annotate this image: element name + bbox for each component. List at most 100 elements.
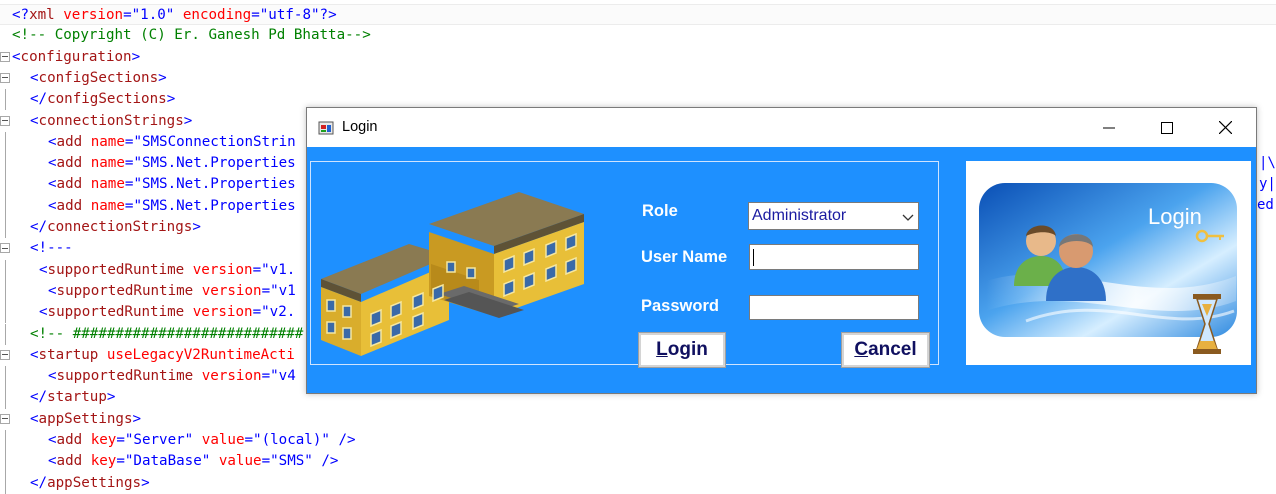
username-input[interactable] bbox=[749, 244, 919, 270]
login-banner-image: Login bbox=[966, 161, 1251, 365]
code-token: </ bbox=[30, 389, 48, 406]
code-token: = bbox=[116, 453, 125, 470]
code-line[interactable]: <add key="DataBase" value="SMS" /> bbox=[0, 451, 1276, 473]
minimize-button[interactable] bbox=[1080, 108, 1138, 147]
maximize-button[interactable] bbox=[1138, 108, 1196, 147]
code-token: ?> bbox=[319, 7, 337, 23]
fold-toggle-icon[interactable] bbox=[0, 413, 10, 424]
code-token: < bbox=[30, 112, 39, 129]
code-token: appSettings bbox=[47, 474, 142, 491]
code-token: "SMS" bbox=[270, 453, 313, 470]
app-icon bbox=[318, 121, 334, 135]
code-token: key bbox=[82, 432, 117, 448]
fold-guide bbox=[5, 472, 6, 494]
code-text: <add name="SMS.Net.Properties bbox=[48, 153, 296, 174]
code-token: add bbox=[56, 432, 83, 448]
password-input[interactable] bbox=[749, 295, 919, 320]
title-bar[interactable]: Login bbox=[307, 108, 1256, 147]
login-button-label: ogin bbox=[667, 339, 708, 360]
code-token: add bbox=[56, 155, 83, 172]
code-token: name bbox=[82, 133, 125, 150]
fold-guide bbox=[5, 217, 6, 239]
cancel-button[interactable]: Cancel bbox=[841, 332, 930, 368]
window-title: Login bbox=[342, 119, 378, 135]
fold-guide bbox=[5, 323, 6, 345]
code-token: = bbox=[261, 282, 271, 299]
code-token: < bbox=[48, 197, 57, 214]
code-token: name bbox=[82, 176, 125, 193]
code-line[interactable]: <!-- Copyright (C) Er. Ganesh Pd Bhatta-… bbox=[0, 25, 1276, 46]
code-token: "SMS.Net.Properties bbox=[133, 176, 296, 193]
code-token: <!-- Copyright (C) Er. Ganesh Pd Bhatta-… bbox=[12, 27, 371, 44]
code-line[interactable]: <appSettings> bbox=[0, 409, 1276, 430]
code-token: /> bbox=[329, 432, 356, 448]
code-token: < bbox=[39, 304, 48, 321]
code-text: </appSettings> bbox=[30, 473, 150, 494]
role-selected-value: Administrator bbox=[752, 207, 847, 224]
code-fragment: ed bbox=[1257, 197, 1274, 213]
code-token: < bbox=[48, 368, 57, 385]
close-button[interactable] bbox=[1196, 108, 1254, 147]
code-token: supportedRuntime bbox=[56, 368, 194, 385]
code-token: = bbox=[261, 368, 271, 385]
fold-guide bbox=[5, 131, 6, 154]
code-token: version bbox=[184, 304, 253, 321]
fold-guide bbox=[5, 387, 6, 409]
code-text: <appSettings> bbox=[30, 409, 141, 430]
minimize-icon bbox=[1103, 127, 1115, 128]
code-token: > bbox=[183, 112, 193, 129]
code-token: encoding bbox=[174, 7, 252, 23]
code-token: <? bbox=[12, 7, 30, 23]
code-token: < bbox=[30, 410, 39, 427]
building-icon bbox=[321, 192, 584, 356]
fold-toggle-icon[interactable] bbox=[0, 115, 10, 126]
code-line[interactable]: <configSections> bbox=[0, 68, 1276, 89]
code-token: value bbox=[193, 432, 245, 448]
code-token: </ bbox=[30, 219, 48, 235]
code-token: name bbox=[82, 155, 125, 172]
code-token: startup bbox=[38, 346, 99, 363]
code-line[interactable]: </appSettings> bbox=[0, 472, 1276, 494]
login-button[interactable]: Login bbox=[638, 332, 726, 368]
fold-guide bbox=[5, 174, 6, 196]
code-token: < bbox=[30, 346, 39, 363]
code-text: <!--- bbox=[30, 238, 73, 259]
code-token: xml bbox=[29, 7, 55, 23]
code-token: "1.0" bbox=[131, 7, 175, 23]
code-token: = bbox=[252, 304, 262, 321]
code-text: </configSections> bbox=[30, 89, 175, 110]
username-label: User Name bbox=[641, 248, 728, 266]
fold-toggle-icon[interactable] bbox=[0, 51, 10, 62]
cancel-button-label: ancel bbox=[868, 339, 917, 360]
fold-toggle-icon[interactable] bbox=[0, 72, 10, 83]
code-token: = bbox=[252, 261, 262, 278]
code-line[interactable]: <add key="Server" value="(local)" /> bbox=[0, 430, 1276, 452]
code-token: configuration bbox=[20, 48, 132, 65]
code-text: <add key="Server" value="(local)" /> bbox=[48, 430, 356, 451]
code-token: > bbox=[166, 91, 176, 108]
code-token: > bbox=[158, 69, 167, 86]
code-token: > bbox=[141, 474, 150, 491]
code-token: connectionStrings bbox=[38, 112, 184, 129]
code-token: "SMS.Net.Properties bbox=[133, 155, 296, 172]
code-line[interactable]: <configuration> bbox=[0, 47, 1276, 68]
chevron-down-icon[interactable] bbox=[902, 212, 914, 222]
code-token: > bbox=[106, 389, 116, 406]
fold-guide bbox=[5, 280, 6, 303]
maximize-icon bbox=[1161, 121, 1173, 134]
code-token: > bbox=[132, 410, 142, 427]
code-token: key bbox=[82, 453, 117, 470]
code-token: = bbox=[116, 432, 125, 448]
code-token: version bbox=[193, 368, 262, 385]
code-token: add bbox=[56, 133, 83, 150]
code-text: <add name="SMS.Net.Properties bbox=[48, 174, 296, 195]
fold-toggle-icon[interactable] bbox=[0, 243, 10, 254]
code-line[interactable]: <?xml version="1.0" encoding="utf-8"?> bbox=[0, 4, 1276, 26]
login-button-accel: L bbox=[656, 339, 668, 360]
fold-guide bbox=[5, 366, 6, 388]
fold-toggle-icon[interactable] bbox=[0, 349, 10, 360]
code-text: </connectionStrings> bbox=[30, 217, 201, 238]
code-token: < bbox=[39, 261, 48, 278]
role-dropdown[interactable]: Administrator bbox=[748, 202, 919, 230]
code-text: <configSections> bbox=[30, 68, 167, 89]
